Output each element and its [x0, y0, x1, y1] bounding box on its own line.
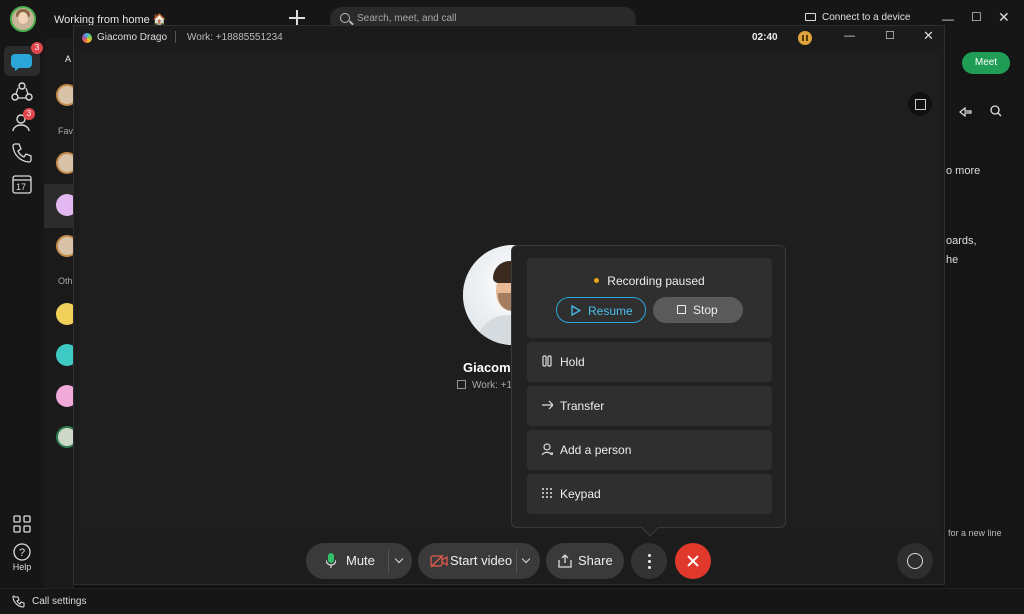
- contacts-badge: 3: [23, 108, 35, 120]
- meet-button[interactable]: Meet: [962, 52, 1010, 74]
- bottom-bar: Call settings: [0, 588, 1024, 614]
- microphone-icon: [326, 553, 336, 568]
- menu-item-transfer[interactable]: Transfer: [527, 386, 772, 426]
- more-options-menu: Recording paused Resume Stop Hold Transf…: [511, 245, 786, 537]
- teams-icon: [11, 82, 33, 101]
- close-icon[interactable]: ✕: [998, 9, 1010, 26]
- call-timer: 02:40: [752, 32, 778, 43]
- call-caller-name: Giacomo Drago: [97, 32, 168, 43]
- help-label: Help: [12, 562, 32, 572]
- space-list: A Fav Oth: [44, 38, 78, 588]
- menu-item-hold-label: Hold: [560, 355, 585, 369]
- menu-item-keypad-label: Keypad: [560, 487, 601, 501]
- right-panel-text: oards,: [946, 235, 977, 247]
- right-panel-text: he: [946, 254, 959, 266]
- maximize-icon[interactable]: ☐: [971, 10, 982, 24]
- screen-icon: [805, 13, 816, 21]
- search-icon: [340, 13, 350, 23]
- video-off-icon: [430, 554, 448, 568]
- video-control: Start video: [418, 543, 540, 579]
- recording-status: Recording paused: [527, 274, 772, 288]
- rail-calling[interactable]: [9, 140, 35, 166]
- phone-icon: [12, 143, 32, 163]
- stop-recording-button[interactable]: Stop: [653, 297, 743, 323]
- stage-caller-number: Work: +1: [457, 380, 512, 391]
- arrow-right-icon: [542, 400, 553, 410]
- right-panel-hint: for a new line: [948, 528, 1002, 538]
- mute-chevron-down-icon[interactable]: [394, 554, 404, 564]
- more-options-button[interactable]: [631, 543, 667, 579]
- right-panel: [944, 38, 1024, 588]
- video-divider: [516, 549, 517, 573]
- share-control[interactable]: Share: [546, 543, 624, 579]
- play-icon: [571, 305, 581, 316]
- recording-status-text: Recording paused: [607, 274, 705, 288]
- connect-device-label: Connect to a device: [822, 12, 911, 23]
- rail-messaging[interactable]: 3: [4, 42, 43, 76]
- rail-contacts[interactable]: 3: [9, 108, 35, 136]
- resume-recording-label: Resume: [588, 304, 633, 318]
- recording-dot-icon: [594, 278, 600, 283]
- nav-rail: 3 3 17 ? Help: [0, 38, 44, 588]
- mute-control: Mute: [306, 543, 412, 579]
- webex-logo-icon: [82, 33, 92, 43]
- stop-icon: [677, 305, 686, 314]
- pause-icon: [542, 355, 552, 367]
- share-icon: [558, 554, 572, 568]
- calendar-day: 17: [16, 182, 27, 192]
- recording-paused-icon[interactable]: [798, 31, 812, 45]
- right-panel-text: o more: [946, 165, 981, 177]
- resume-recording-button[interactable]: Resume: [556, 297, 646, 323]
- svg-text:?: ?: [19, 547, 25, 559]
- title-divider: [175, 31, 176, 43]
- mute-button[interactable]: Mute: [346, 553, 375, 568]
- call-minimize-icon[interactable]: —: [844, 30, 855, 42]
- list-tab-label[interactable]: A: [65, 54, 71, 64]
- recording-card: Recording paused Resume Stop: [527, 258, 772, 338]
- user-avatar[interactable]: [10, 6, 36, 32]
- others-label: Oth: [58, 276, 73, 286]
- favorites-label: Fav: [58, 126, 74, 136]
- menu-item-keypad[interactable]: Keypad: [527, 474, 772, 514]
- stop-recording-label: Stop: [693, 303, 718, 317]
- share-button[interactable]: Share: [578, 553, 613, 568]
- menu-item-transfer-label: Transfer: [560, 399, 605, 413]
- call-stage: Giacomo Work: +1: [79, 52, 939, 534]
- connect-device-button[interactable]: Connect to a device: [805, 12, 910, 23]
- add-person-icon: [541, 443, 553, 455]
- menu-item-add-person[interactable]: Add a person: [527, 430, 772, 470]
- webex-app: Working from home 🏠 Search, meet, and ca…: [0, 0, 1024, 614]
- expand-icon[interactable]: [908, 92, 932, 116]
- building-icon: [457, 380, 466, 389]
- minimize-icon[interactable]: —: [942, 12, 954, 26]
- stage-caller-number-text: Work: +1: [472, 380, 513, 391]
- messaging-badge: 3: [31, 42, 43, 54]
- search-placeholder: Search, meet, and call: [357, 13, 457, 24]
- share-screen-icon[interactable]: [958, 105, 974, 119]
- menu-item-add-person-label: Add a person: [560, 443, 632, 457]
- rail-calendar[interactable]: 17: [9, 171, 35, 197]
- chat-icon[interactable]: [897, 543, 933, 579]
- call-close-icon[interactable]: ✕: [923, 28, 934, 44]
- call-window: Giacomo Drago Work: +18885551234 02:40 —…: [73, 25, 945, 585]
- end-call-button[interactable]: [675, 543, 711, 579]
- call-caller-number: Work: +18885551234: [187, 32, 283, 43]
- rail-teams[interactable]: [9, 79, 35, 105]
- call-maximize-icon[interactable]: ☐: [885, 29, 895, 42]
- call-settings-icon: [12, 595, 25, 608]
- apps-grid-icon: [13, 515, 31, 533]
- rail-apps[interactable]: [9, 511, 35, 537]
- right-search-icon[interactable]: [989, 104, 1003, 118]
- keypad-icon: [542, 488, 552, 498]
- call-settings-button[interactable]: Call settings: [32, 596, 86, 607]
- video-chevron-down-icon[interactable]: [521, 554, 531, 564]
- call-title-bar: Giacomo Drago Work: +18885551234 02:40 —…: [74, 26, 944, 50]
- menu-item-hold[interactable]: Hold: [527, 342, 772, 382]
- mute-divider: [388, 549, 389, 573]
- start-video-button[interactable]: Start video: [450, 553, 512, 568]
